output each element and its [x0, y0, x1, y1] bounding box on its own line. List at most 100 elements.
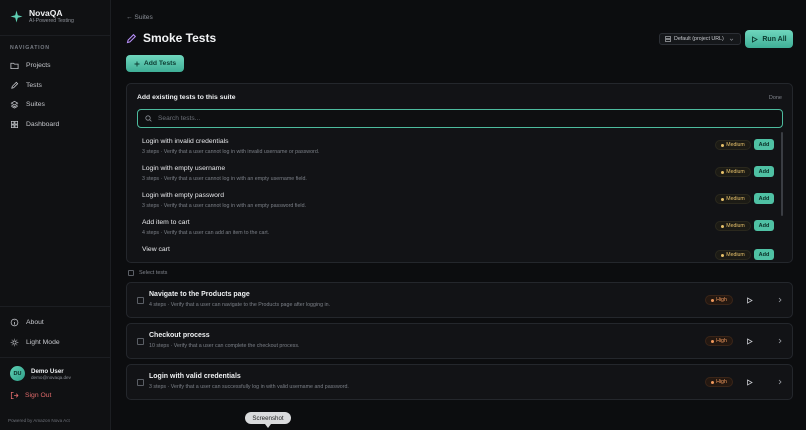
sidebar-item-label: Projects: [26, 61, 51, 69]
sidebar-item-projects[interactable]: Projects: [10, 59, 51, 71]
test-case-row[interactable]: Navigate to the Products page 4 steps · …: [126, 282, 793, 318]
done-button[interactable]: Done: [769, 95, 782, 101]
test-meta: 4 steps · Verify that a user can add an …: [142, 230, 270, 236]
sidebar-item-tests[interactable]: Tests: [10, 79, 42, 91]
test-case-row[interactable]: Login with valid credentials 3 steps · V…: [126, 364, 793, 400]
priority-badge: High: [705, 295, 733, 305]
sidebar-item-label: Suites: [26, 100, 45, 108]
sparkle-icon: [10, 10, 23, 23]
grid-icon: [10, 120, 19, 128]
add-button[interactable]: Add: [754, 166, 774, 177]
light-mode-toggle[interactable]: Light Mode: [10, 336, 60, 348]
checkbox[interactable]: [137, 338, 144, 345]
priority-badge: Medium: [715, 250, 751, 260]
priority-label: High: [716, 338, 727, 344]
sidebar: NovaQA AI-Powered Testing NAVIGATION Pro…: [0, 0, 111, 430]
priority-badge: Medium: [715, 194, 751, 204]
priority-label: Medium: [726, 169, 745, 175]
test-meta: 4 steps · Verify that a user can navigat…: [149, 302, 331, 308]
logout-icon: [10, 391, 19, 400]
list-item: Add item to cart 4 steps · Verify that a…: [142, 219, 782, 243]
play-icon[interactable]: [744, 336, 754, 346]
add-button[interactable]: Add: [754, 193, 774, 204]
page-title: Smoke Tests: [143, 31, 217, 45]
brand-name: NovaQA: [29, 8, 63, 18]
divider: [0, 357, 111, 358]
play-icon[interactable]: [744, 377, 754, 387]
pencil-icon: [126, 33, 137, 43]
sidebar-item-suites[interactable]: Suites: [10, 98, 45, 110]
dot-icon: [721, 170, 725, 174]
environment-select[interactable]: Default (project URL): [659, 33, 741, 45]
plus-icon: [134, 61, 140, 66]
environment-value: Default (project URL): [674, 36, 724, 42]
pencil-icon: [11, 81, 19, 89]
about-label: About: [26, 318, 44, 326]
user-name: Demo User: [31, 367, 64, 375]
play-icon[interactable]: [744, 295, 754, 305]
test-name: Login with empty password: [142, 192, 224, 199]
add-button[interactable]: Add: [754, 220, 774, 231]
sidebar-item-label: Tests: [26, 81, 42, 89]
test-name: Checkout process: [149, 332, 210, 339]
test-name: Navigate to the Products page: [149, 291, 250, 298]
checkbox[interactable]: [137, 379, 144, 386]
page-header: Smoke Tests: [126, 31, 216, 45]
folder-icon: [10, 62, 19, 69]
test-name: View cart: [142, 246, 170, 253]
tooltip-tail: [265, 424, 271, 428]
run-all-button[interactable]: Run All: [745, 30, 793, 48]
priority-badge: High: [705, 377, 733, 387]
brand[interactable]: NovaQA AI-Powered Testing: [10, 8, 74, 25]
layers-icon: [10, 100, 19, 109]
checkbox[interactable]: [128, 270, 134, 276]
user-email: demo@novaqa.dev: [31, 374, 71, 380]
add-tests-label: Add Tests: [143, 60, 177, 67]
scrollbar[interactable]: [781, 132, 783, 216]
chevron-down-icon: [729, 38, 733, 41]
test-name: Add item to cart: [142, 219, 190, 226]
test-meta: 3 steps · Verify that a user cannot log …: [142, 176, 307, 182]
dot-icon: [721, 143, 725, 147]
list-item: View cart Medium Add: [142, 246, 782, 262]
brand-tagline: AI-Powered Testing: [29, 18, 74, 24]
sun-icon: [10, 338, 19, 346]
select-tests-toggle[interactable]: Select tests: [128, 270, 167, 276]
user-profile[interactable]: DU Demo User demo@novaqa.dev: [10, 366, 71, 381]
play-icon: [752, 35, 759, 43]
chevron-right-icon[interactable]: [775, 295, 785, 305]
chevron-right-icon[interactable]: [775, 377, 785, 387]
light-mode-label: Light Mode: [26, 338, 60, 346]
add-tests-button[interactable]: Add Tests: [126, 55, 184, 72]
checkbox[interactable]: [137, 297, 144, 304]
select-tests-label: Select tests: [139, 270, 168, 276]
add-button[interactable]: Add: [754, 249, 774, 260]
back-link[interactable]: ← Suites: [126, 14, 153, 21]
test-meta: 10 steps · Verify that a user can comple…: [149, 343, 300, 349]
screenshot-tooltip: Screenshot: [245, 412, 291, 424]
test-name: Login with invalid credentials: [142, 138, 229, 145]
test-name: Login with valid credentials: [149, 373, 241, 380]
priority-label: High: [716, 297, 727, 303]
test-case-row[interactable]: Checkout process 10 steps · Verify that …: [126, 323, 793, 359]
search-input[interactable]: [158, 115, 758, 122]
search-box[interactable]: [137, 109, 783, 128]
chevron-right-icon[interactable]: [775, 336, 785, 346]
priority-badge: Medium: [715, 167, 751, 177]
test-meta: 3 steps · Verify that a user cannot log …: [142, 203, 306, 209]
about-link[interactable]: About: [10, 316, 44, 328]
dot-icon: [711, 380, 715, 384]
run-all-label: Run All: [762, 35, 787, 43]
priority-label: Medium: [726, 196, 745, 202]
list-item: Login with empty username 3 steps · Veri…: [142, 165, 782, 189]
list-item: Login with empty password 3 steps · Veri…: [142, 192, 782, 216]
sign-out-label: Sign Out: [25, 392, 52, 399]
test-meta: 3 steps · Verify that a user cannot log …: [142, 149, 320, 155]
sidebar-item-dashboard[interactable]: Dashboard: [10, 118, 59, 130]
sidebar-item-label: Dashboard: [26, 120, 60, 128]
info-icon: [10, 318, 19, 326]
add-button[interactable]: Add: [754, 139, 774, 150]
divider: [0, 306, 111, 307]
powered-by: Powered by Amazon Nova Act: [8, 418, 70, 423]
sign-out-button[interactable]: Sign Out: [10, 391, 51, 400]
